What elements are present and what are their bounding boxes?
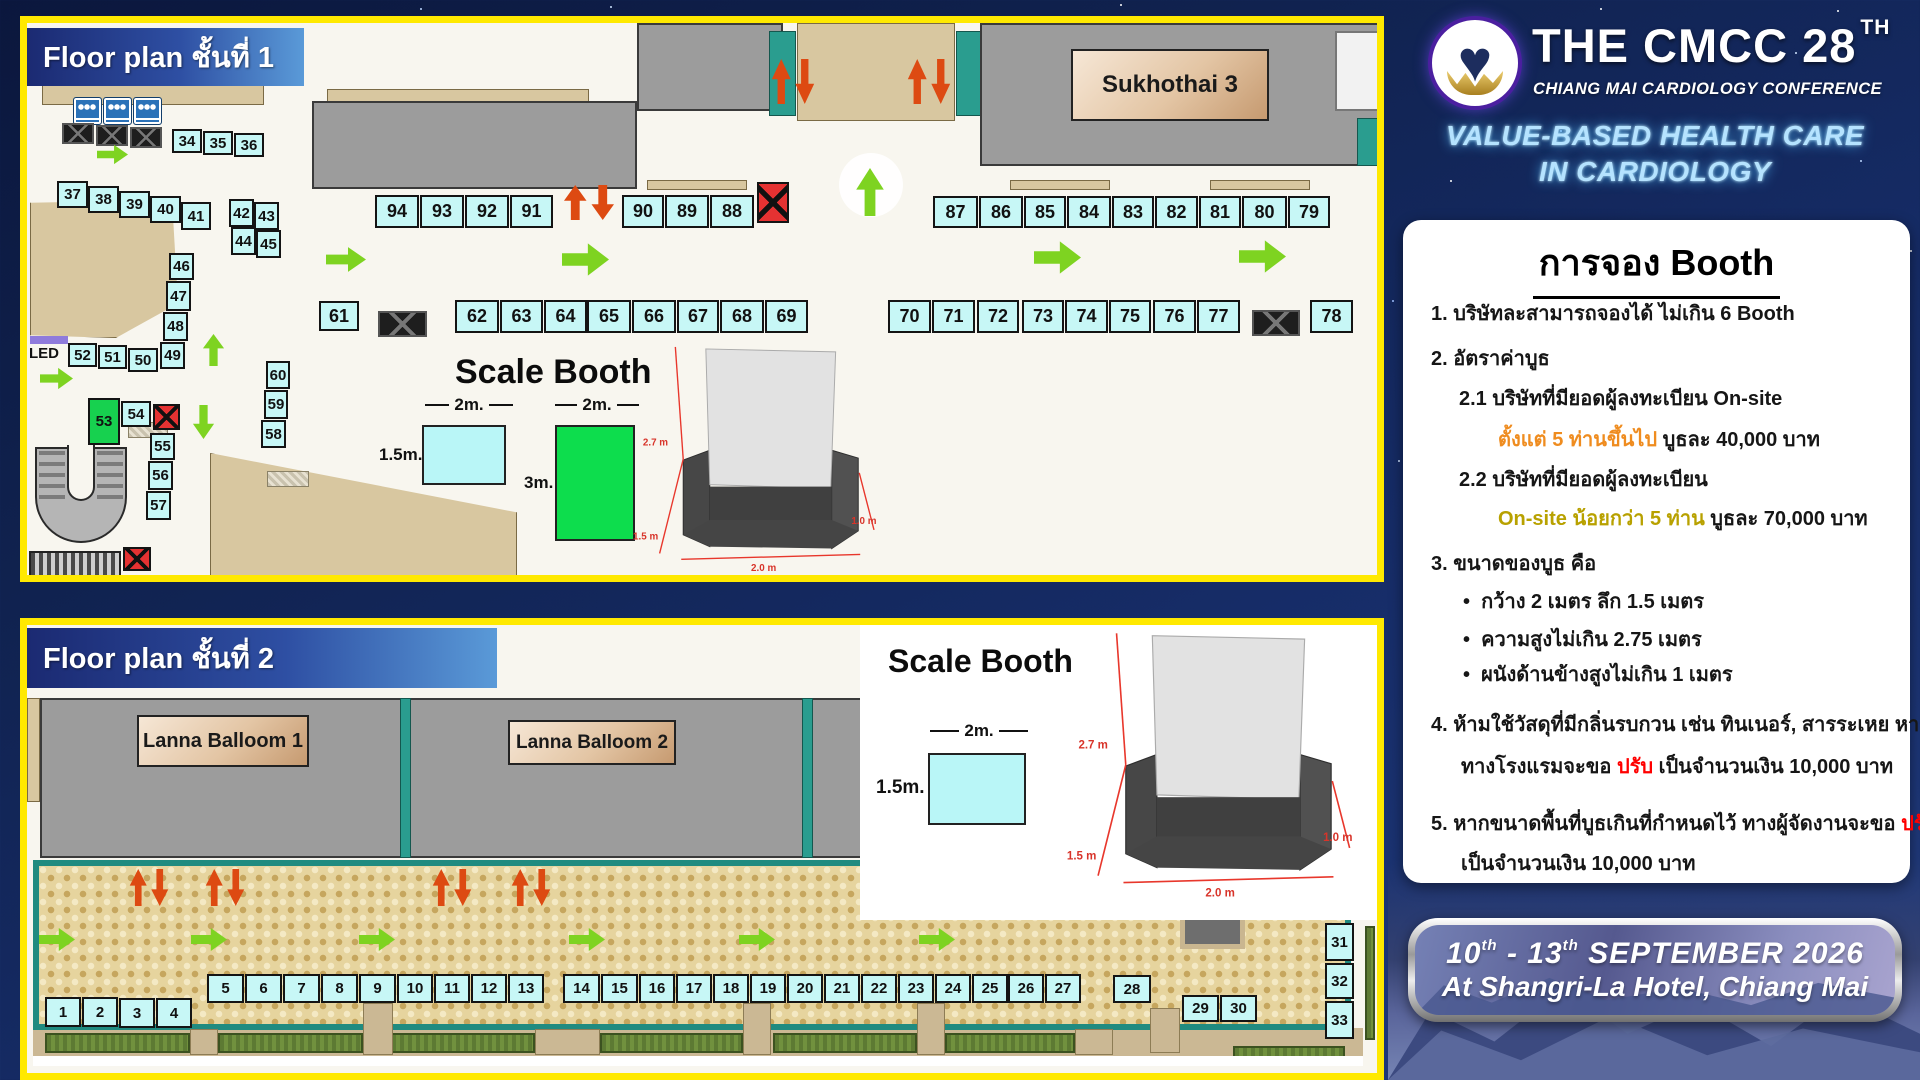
door-in-out-arrows-icon (907, 59, 951, 104)
event-date-bar: 10th - 13th SEPTEMBER 2026 At Shangri-La… (1408, 918, 1902, 1022)
rule-3-height: ความสูงไม่เกิน 2.75 เมตร (1463, 623, 1702, 655)
svg-text:2.7 m: 2.7 m (643, 437, 668, 448)
walkway-right-arrow-icon (39, 927, 75, 952)
door-in-out-arrows-icon (563, 185, 615, 220)
scale-rect-small (928, 753, 1026, 825)
floor-plan-2-panel: Lanna Balloom 1 Lanna Balloom 2 12345678… (20, 618, 1384, 1080)
floor-plan-1-panel: Sukhothai 3 LED 343536373839404142434445… (20, 16, 1384, 582)
rule-5-line2: เป็นจำนวนเงิน 10,000 บาท (1461, 847, 1695, 879)
rule-1: 1. บริษัทละสามารถจองได้ ไม่เกิน 6 Booth (1431, 297, 1795, 329)
scale-booth-title: Scale Booth (888, 643, 1073, 680)
rule-3: 3. ขนาดของบูธ คือ (1431, 547, 1596, 579)
dim-depth-label: 1.5m. (379, 445, 422, 465)
rule-4-line2: ทางโรงแรมจะขอ ปรับ เป็นจำนวนเงิน 10,000 … (1461, 750, 1893, 782)
rule-2-2-price: On-site น้อยกว่า 5 ท่าน บูธละ 70,000 บาท (1498, 502, 1868, 534)
svg-text:2.0 m: 2.0 m (1205, 887, 1234, 899)
booking-rules-panel: การจอง Booth 1. บริษัทละสามารถจองได้ ไม่… (1403, 220, 1910, 883)
rule-2-1: 2.1 บริษัทที่มียอดผู้ลงทะเบียน On-site (1459, 382, 1782, 414)
rule-4-line1: 4. ห้ามใช้วัสดุที่มีกลิ่นรบกวน เช่น ทินเ… (1431, 708, 1920, 740)
conference-theme: VALUE-BASED HEALTH CARE IN CARDIOLOGY (1395, 118, 1915, 190)
svg-text:1.5 m: 1.5 m (633, 532, 658, 543)
svg-text:1.0 m: 1.0 m (851, 516, 876, 527)
door-in-out-arrows-icon (511, 869, 551, 906)
scale-booth-box: Scale Booth 2m. 1.5m. 2.7 m 1.5 m 1.0 m … (860, 625, 1377, 920)
cmcc-heart-logo-icon: ♥ (1428, 16, 1522, 110)
door-in-out-arrows-icon (205, 869, 245, 906)
dim-width-label: 2m. (425, 395, 513, 415)
walkway-right-arrow-icon (569, 927, 605, 952)
walkway-right-arrow-icon (739, 927, 775, 952)
booth-3d-diagram: 2.7 m 1.5 m 1.0 m 2.0 m (627, 345, 883, 575)
floor1-banner: Floor plan ชั้นที่ 1 (27, 28, 304, 86)
door-in-out-arrows-icon (771, 59, 815, 104)
dim-height-label: 3m. (524, 473, 553, 493)
svg-text:2.7 m: 2.7 m (1078, 740, 1107, 752)
walkway-right-arrow-icon (359, 927, 395, 952)
svg-text:1.5 m: 1.5 m (1067, 851, 1096, 863)
scale-rect-small (422, 425, 506, 485)
walkway-right-arrow-icon (1239, 239, 1286, 274)
event-venue: At Shangri-La Hotel, Chiang Mai (1442, 971, 1868, 1003)
svg-text:2.0 m: 2.0 m (751, 563, 776, 574)
walkway-right-arrow-icon (97, 144, 128, 165)
dim-width-label: 2m. (930, 721, 1028, 741)
rule-2-1-price: ตั้งแต่ 5 ท่านขึ้นไป บูธละ 40,000 บาท (1498, 423, 1820, 455)
door-in-out-arrows-icon (129, 869, 169, 906)
walkway-up-arrow-icon (202, 334, 225, 366)
booking-title: การจอง Booth (1403, 234, 1910, 299)
conference-title: THE CMCC 28TH (1532, 18, 1890, 73)
walkway-right-arrow-icon (326, 246, 366, 273)
booth-3d-diagram: 2.7 m 1.5 m 1.0 m 2.0 m (1060, 627, 1360, 912)
conference-subtitle: CHIANG MAI CARDIOLOGY CONFERENCE (1533, 80, 1882, 99)
walkway-right-arrow-icon (919, 927, 955, 952)
rule-3-wall: ผนังด้านข้างสูงไม่เกิน 1 เมตร (1463, 658, 1733, 690)
door-in-out-arrows-icon (432, 869, 472, 906)
dim-depth-label: 1.5m. (876, 777, 925, 799)
walkway-right-arrow-icon (1034, 240, 1081, 275)
starfield (0, 0, 2, 2)
walkway-right-arrow-icon (562, 242, 609, 277)
rule-5-line1: 5. หากขนาดพื้นที่บูธเกินที่กำหนดไว้ ทางผ… (1431, 807, 1920, 839)
scale-booth-title: Scale Booth (455, 353, 651, 392)
rule-3-size: กว้าง 2 เมตร ลึก 1.5 เมตร (1463, 585, 1704, 617)
walkway-right-arrow-icon (40, 367, 73, 390)
floor2-banner: Floor plan ชั้นที่ 2 (27, 628, 497, 688)
walkway-right-arrow-icon (191, 927, 227, 952)
svg-text:1.0 m: 1.0 m (1323, 832, 1352, 844)
walkway-up-arrow-icon (855, 168, 885, 216)
scale-rect-large (555, 425, 635, 541)
rule-2-2: 2.2 บริษัทที่มียอดผู้ลงทะเบียน (1459, 463, 1708, 495)
walkway-down-arrow-icon (192, 405, 215, 439)
rule-2: 2. อัตราค่าบูธ (1431, 342, 1550, 374)
event-dates: 10th - 13th SEPTEMBER 2026 (1446, 937, 1864, 971)
